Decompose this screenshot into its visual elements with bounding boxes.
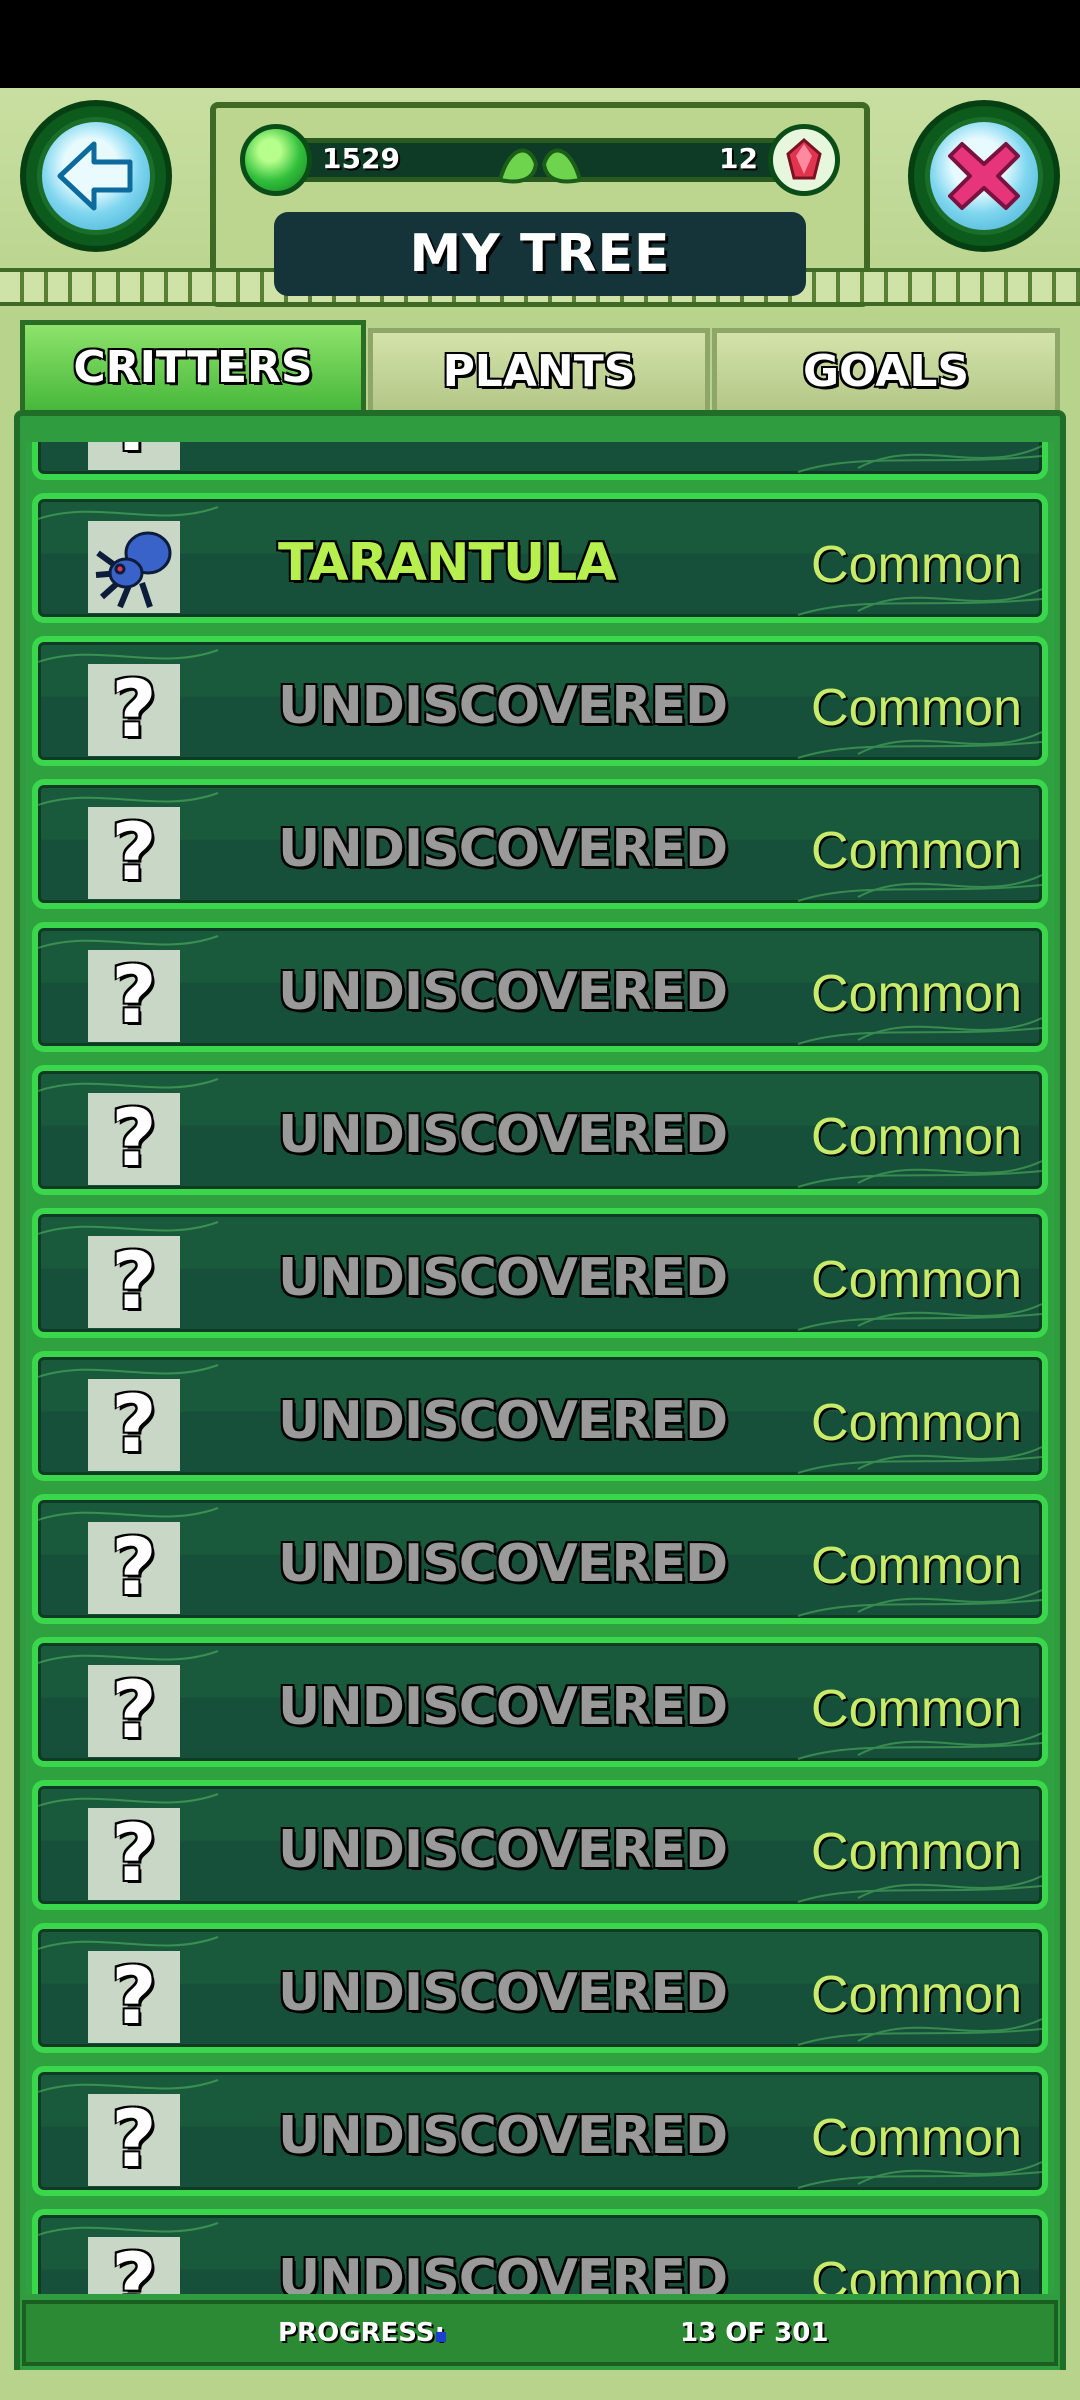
unknown-critter-icon: ?	[88, 1379, 180, 1471]
list-item[interactable]: ? UNDISCOVERED Common	[32, 1494, 1048, 1624]
critter-name: UNDISCOVERED	[278, 1963, 728, 2023]
red-crystal-icon	[768, 124, 840, 196]
tab-critters[interactable]: CRITTERS	[20, 320, 366, 410]
list-item[interactable]: ? UNDISCOVERED Common	[32, 1923, 1048, 2053]
unknown-critter-icon: ?	[88, 1093, 180, 1185]
progress-label: PROGRESS:	[278, 2318, 445, 2348]
list-item[interactable]: ? UNDISCOVERED Common	[32, 1780, 1048, 1910]
list-item[interactable]: ? UNDISCOVERED Common	[32, 2209, 1048, 2294]
critter-name: UNDISCOVERED	[278, 2249, 728, 2294]
coin-count: 1529	[322, 142, 400, 175]
critter-rarity: Common	[811, 965, 1022, 1023]
critter-rarity: Common	[811, 1108, 1022, 1166]
unknown-critter-icon: ?	[88, 950, 180, 1042]
tab-goals-label: GOALS	[802, 346, 970, 397]
tab-goals[interactable]: GOALS	[712, 328, 1060, 410]
critter-rarity: Common	[811, 1251, 1022, 1309]
critter-rarity: Common	[811, 2109, 1022, 2167]
list-item[interactable]: ? UNDISCOVERED Common	[32, 779, 1048, 909]
critter-rarity: Common	[811, 1680, 1022, 1738]
back-button[interactable]	[20, 100, 172, 252]
critter-name: UNDISCOVERED	[278, 2106, 728, 2166]
unknown-critter-icon: ?	[88, 442, 180, 470]
bottom-strip	[0, 2370, 1080, 2400]
page-title: MY TREE	[274, 212, 806, 296]
unknown-critter-icon: ?	[88, 1951, 180, 2043]
tab-critters-label: CRITTERS	[73, 342, 313, 393]
currency-bar: 1529 12	[240, 124, 840, 196]
critter-name: UNDISCOVERED	[278, 1820, 728, 1880]
critter-name: UNDISCOVERED	[278, 676, 728, 736]
unknown-critter-icon: ?	[88, 807, 180, 899]
critter-rarity: Common	[811, 1823, 1022, 1881]
list-item[interactable]: ? UNDISCOVERED Common	[32, 1065, 1048, 1195]
back-arrow-icon	[37, 117, 155, 235]
critter-rarity: Common	[811, 2252, 1022, 2294]
critter-name: UNDISCOVERED	[278, 1677, 728, 1737]
gem-count: 12	[719, 142, 758, 175]
unknown-critter-icon: ?	[88, 1522, 180, 1614]
list-item[interactable]: ? UNDISCOVERED Common	[32, 1208, 1048, 1338]
tarantula-icon	[88, 521, 180, 613]
critter-name: TARANTULA	[278, 533, 617, 593]
unknown-critter-icon: ?	[88, 1665, 180, 1757]
progress-fill	[436, 2332, 446, 2342]
critter-rarity: Common	[811, 1537, 1022, 1595]
unknown-critter-icon: ?	[88, 1808, 180, 1900]
tab-bar: CRITTERS PLANTS GOALS	[0, 318, 1080, 410]
critter-rarity: Common	[811, 822, 1022, 880]
close-x-icon	[925, 117, 1043, 235]
critter-name: UNDISCOVERED	[278, 819, 728, 879]
list-panel: ? UNDISCOVERED Common TARANTULA Common? UNDIS…	[0, 410, 1080, 2400]
progress-count: 13 OF 301	[680, 2318, 829, 2348]
critter-rarity: Common	[811, 1966, 1022, 2024]
list-item[interactable]: TARANTULA Common	[32, 493, 1048, 623]
leaf-ornament-icon	[497, 148, 583, 184]
status-bar	[0, 0, 1080, 88]
critter-rarity: Common	[811, 679, 1022, 737]
critter-rarity: Common	[811, 1394, 1022, 1452]
tab-plants-label: PLANTS	[442, 346, 636, 397]
critter-name: UNDISCOVERED	[278, 962, 728, 1022]
critter-rarity: Common	[811, 536, 1022, 594]
critter-name: UNDISCOVERED	[278, 1391, 728, 1451]
list-item[interactable]: ? UNDISCOVERED Common	[32, 442, 1048, 480]
critter-name: UNDISCOVERED	[278, 1534, 728, 1594]
critter-list-content: ? UNDISCOVERED Common TARANTULA Common? UNDIS…	[26, 442, 1054, 2294]
list-item[interactable]: ? UNDISCOVERED Common	[32, 636, 1048, 766]
tab-plants[interactable]: PLANTS	[368, 328, 710, 410]
green-gem-icon	[240, 124, 312, 196]
close-button[interactable]	[908, 100, 1060, 252]
critter-name: UNDISCOVERED	[278, 1248, 728, 1308]
critter-name: UNDISCOVERED	[278, 442, 728, 450]
critter-name: UNDISCOVERED	[278, 1105, 728, 1165]
critter-rarity: Common	[811, 442, 1022, 452]
critter-list[interactable]: ? UNDISCOVERED Common TARANTULA Common? UNDIS…	[26, 442, 1054, 2294]
list-item[interactable]: ? UNDISCOVERED Common	[32, 2066, 1048, 2196]
list-item[interactable]: ? UNDISCOVERED Common	[32, 922, 1048, 1052]
unknown-critter-icon: ?	[88, 664, 180, 756]
unknown-critter-icon: ?	[88, 1236, 180, 1328]
page-title-text: MY TREE	[409, 224, 671, 284]
unknown-critter-icon: ?	[88, 2237, 180, 2294]
progress-bar: PROGRESS: 13 OF 301	[22, 2300, 1058, 2366]
unknown-critter-icon: ?	[88, 2094, 180, 2186]
list-item[interactable]: ? UNDISCOVERED Common	[32, 1637, 1048, 1767]
list-item[interactable]: ? UNDISCOVERED Common	[32, 1351, 1048, 1481]
